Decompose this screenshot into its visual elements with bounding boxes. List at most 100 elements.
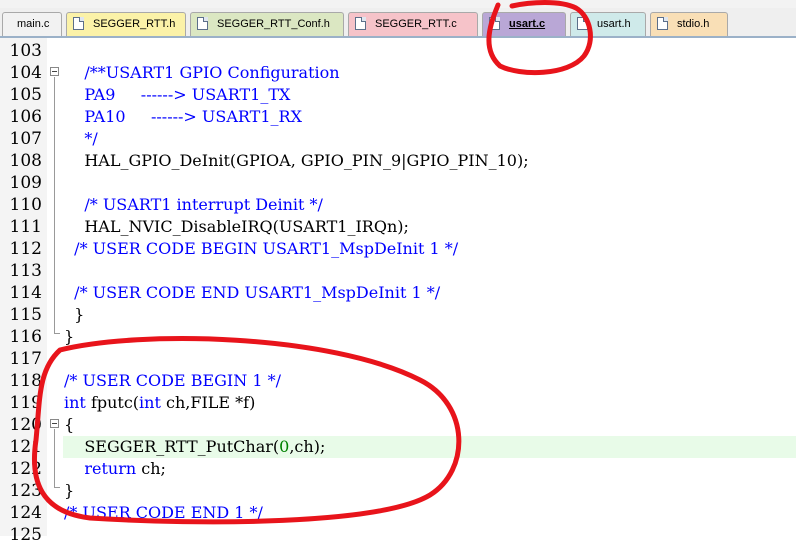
tab-usart-h[interactable]: usart.h — [570, 12, 646, 36]
code-text: } — [64, 480, 74, 502]
code-line[interactable]: 103 — [0, 40, 796, 62]
fold-guide — [54, 429, 55, 487]
code-line[interactable]: 123} — [0, 480, 796, 502]
code-text: HAL_GPIO_DeInit(GPIOA, GPIO_PIN_9|GPIO_P… — [64, 150, 528, 172]
code-text: /* USER CODE END 1 */ — [64, 502, 263, 524]
code-line[interactable]: 113 — [0, 260, 796, 282]
code-token: SEGGER_RTT_PutChar( — [64, 437, 280, 456]
line-number: 107 — [9, 129, 42, 149]
code-token: return — [64, 459, 137, 478]
fold-toggle-icon[interactable] — [50, 419, 59, 428]
code-text: } — [64, 304, 84, 326]
tab-segger-rtt-c[interactable]: SEGGER_RTT.c — [348, 12, 478, 36]
code-token: /* USER CODE END USART1_MspDeInit 1 */ — [64, 283, 441, 302]
code-text: { — [64, 414, 74, 436]
line-number: 106 — [9, 107, 42, 127]
line-number: 124 — [9, 503, 42, 523]
code-token: /* USER CODE BEGIN 1 */ — [64, 371, 281, 390]
fold-toggle-icon[interactable] — [50, 67, 59, 76]
line-number: 122 — [9, 459, 42, 479]
tab-stdio-h[interactable]: stdio.h — [650, 12, 728, 36]
code-line[interactable]: 122 return ch; — [0, 458, 796, 480]
code-editor[interactable]: 103 104 /**USART1 GPIO Configuration 105 P… — [0, 38, 796, 545]
code-line[interactable]: 108 HAL_GPIO_DeInit(GPIOA, GPIO_PIN_9|GP… — [0, 150, 796, 172]
editor-tab-bar: main.c SEGGER_RTT.h SEGGER_RTT_Conf.h SE… — [0, 8, 796, 38]
code-line[interactable]: 107 */ — [0, 128, 796, 150]
tab-label: SEGGER_RTT_Conf.h — [217, 18, 330, 30]
line-number: 117 — [9, 349, 42, 369]
code-token: /**USART1 GPIO Configuration — [64, 63, 340, 82]
tab-main-c[interactable]: main.c — [2, 12, 62, 36]
code-token: PA10 ------> USART1_RX — [64, 107, 302, 126]
line-number: 105 — [9, 85, 42, 105]
line-number: 110 — [9, 195, 42, 215]
code-text: SEGGER_RTT_PutChar(0,ch); — [64, 436, 325, 458]
code-line[interactable]: 114 /* USER CODE END USART1_MspDeInit 1 … — [0, 282, 796, 304]
code-line[interactable]: 125 — [0, 524, 796, 546]
code-line[interactable]: 112 /* USER CODE BEGIN USART1_MspDeInit … — [0, 238, 796, 260]
code-line[interactable]: 120 { — [0, 414, 796, 436]
tab-segger-rtt-h[interactable]: SEGGER_RTT.h — [66, 12, 186, 36]
file-icon — [489, 17, 500, 30]
code-line[interactable]: 106 PA10 ------> USART1_RX — [0, 106, 796, 128]
code-token: ch; — [136, 459, 166, 478]
code-line[interactable]: 119 int fputc(int ch,FILE *f) — [0, 392, 796, 414]
file-icon — [355, 17, 366, 30]
code-line[interactable]: 115 } — [0, 304, 796, 326]
code-line[interactable]: 121 SEGGER_RTT_PutChar(0,ch); — [10, 436, 796, 458]
code-text: PA9 ------> USART1_TX — [64, 84, 290, 106]
line-number: 119 — [9, 393, 42, 413]
line-number: 108 — [9, 151, 42, 171]
fold-guide-end — [54, 487, 60, 488]
code-line[interactable]: 124 /* USER CODE END 1 */ — [0, 502, 796, 524]
tab-label: SEGGER_RTT.h — [93, 18, 176, 30]
code-token: } — [64, 481, 75, 500]
code-line[interactable]: 109 — [0, 172, 796, 194]
code-line[interactable]: 116} — [0, 326, 796, 348]
tab-segger-rtt-conf-h[interactable]: SEGGER_RTT_Conf.h — [190, 12, 344, 36]
line-number: 121 — [9, 437, 42, 457]
line-number: 104 — [9, 63, 42, 83]
file-icon — [577, 17, 588, 30]
code-text: /* USART1 interrupt Deinit */ — [64, 194, 323, 216]
file-icon — [73, 17, 84, 30]
line-number: 114 — [9, 283, 42, 303]
code-text: } — [64, 326, 74, 348]
code-token: } — [64, 327, 75, 346]
code-token: int — [139, 393, 161, 412]
fold-guide — [54, 77, 55, 333]
file-icon — [657, 17, 668, 30]
tab-label: usart.h — [597, 18, 631, 30]
code-text: return ch; — [64, 458, 166, 480]
code-text: /* USER CODE END USART1_MspDeInit 1 */ — [64, 282, 440, 304]
line-number: 116 — [9, 327, 42, 347]
code-token: ch,FILE *f) — [160, 393, 256, 412]
tab-label: stdio.h — [677, 18, 710, 30]
code-token: HAL_NVIC_DisableIRQ(USART1_IRQn); — [64, 217, 409, 236]
line-number: 112 — [9, 239, 42, 259]
tab-label: SEGGER_RTT.c — [375, 18, 457, 30]
code-token: fputc( — [85, 393, 140, 412]
line-number: 118 — [9, 371, 42, 391]
code-line[interactable]: 118 /* USER CODE BEGIN 1 */ — [0, 370, 796, 392]
code-token: /* USER CODE END 1 */ — [64, 503, 263, 522]
code-line[interactable]: 111 HAL_NVIC_DisableIRQ(USART1_IRQn); — [0, 216, 796, 238]
code-line[interactable]: 110 /* USART1 interrupt Deinit */ — [0, 194, 796, 216]
code-text: int fputc(int ch,FILE *f) — [64, 392, 255, 414]
code-token: 0 — [279, 437, 290, 456]
code-token: */ — [64, 129, 98, 148]
code-line[interactable]: 105 PA9 ------> USART1_TX — [0, 84, 796, 106]
code-token: { — [64, 415, 75, 434]
toolbar-strip — [0, 0, 796, 8]
code-text: /* USER CODE BEGIN USART1_MspDeInit 1 */ — [64, 238, 458, 260]
code-token: /* USER CODE BEGIN USART1_MspDeInit 1 */ — [64, 239, 459, 258]
tab-label: usart.c — [509, 18, 546, 30]
code-text: HAL_NVIC_DisableIRQ(USART1_IRQn); — [64, 216, 409, 238]
line-number: 123 — [9, 481, 42, 501]
code-line[interactable]: 104 /**USART1 GPIO Configuration — [0, 62, 796, 84]
code-line[interactable]: 117 — [0, 348, 796, 370]
line-number: 103 — [9, 41, 42, 61]
line-number: 109 — [9, 173, 42, 193]
fold-guide-end — [54, 333, 60, 334]
tab-usart-c[interactable]: usart.c — [482, 12, 566, 36]
